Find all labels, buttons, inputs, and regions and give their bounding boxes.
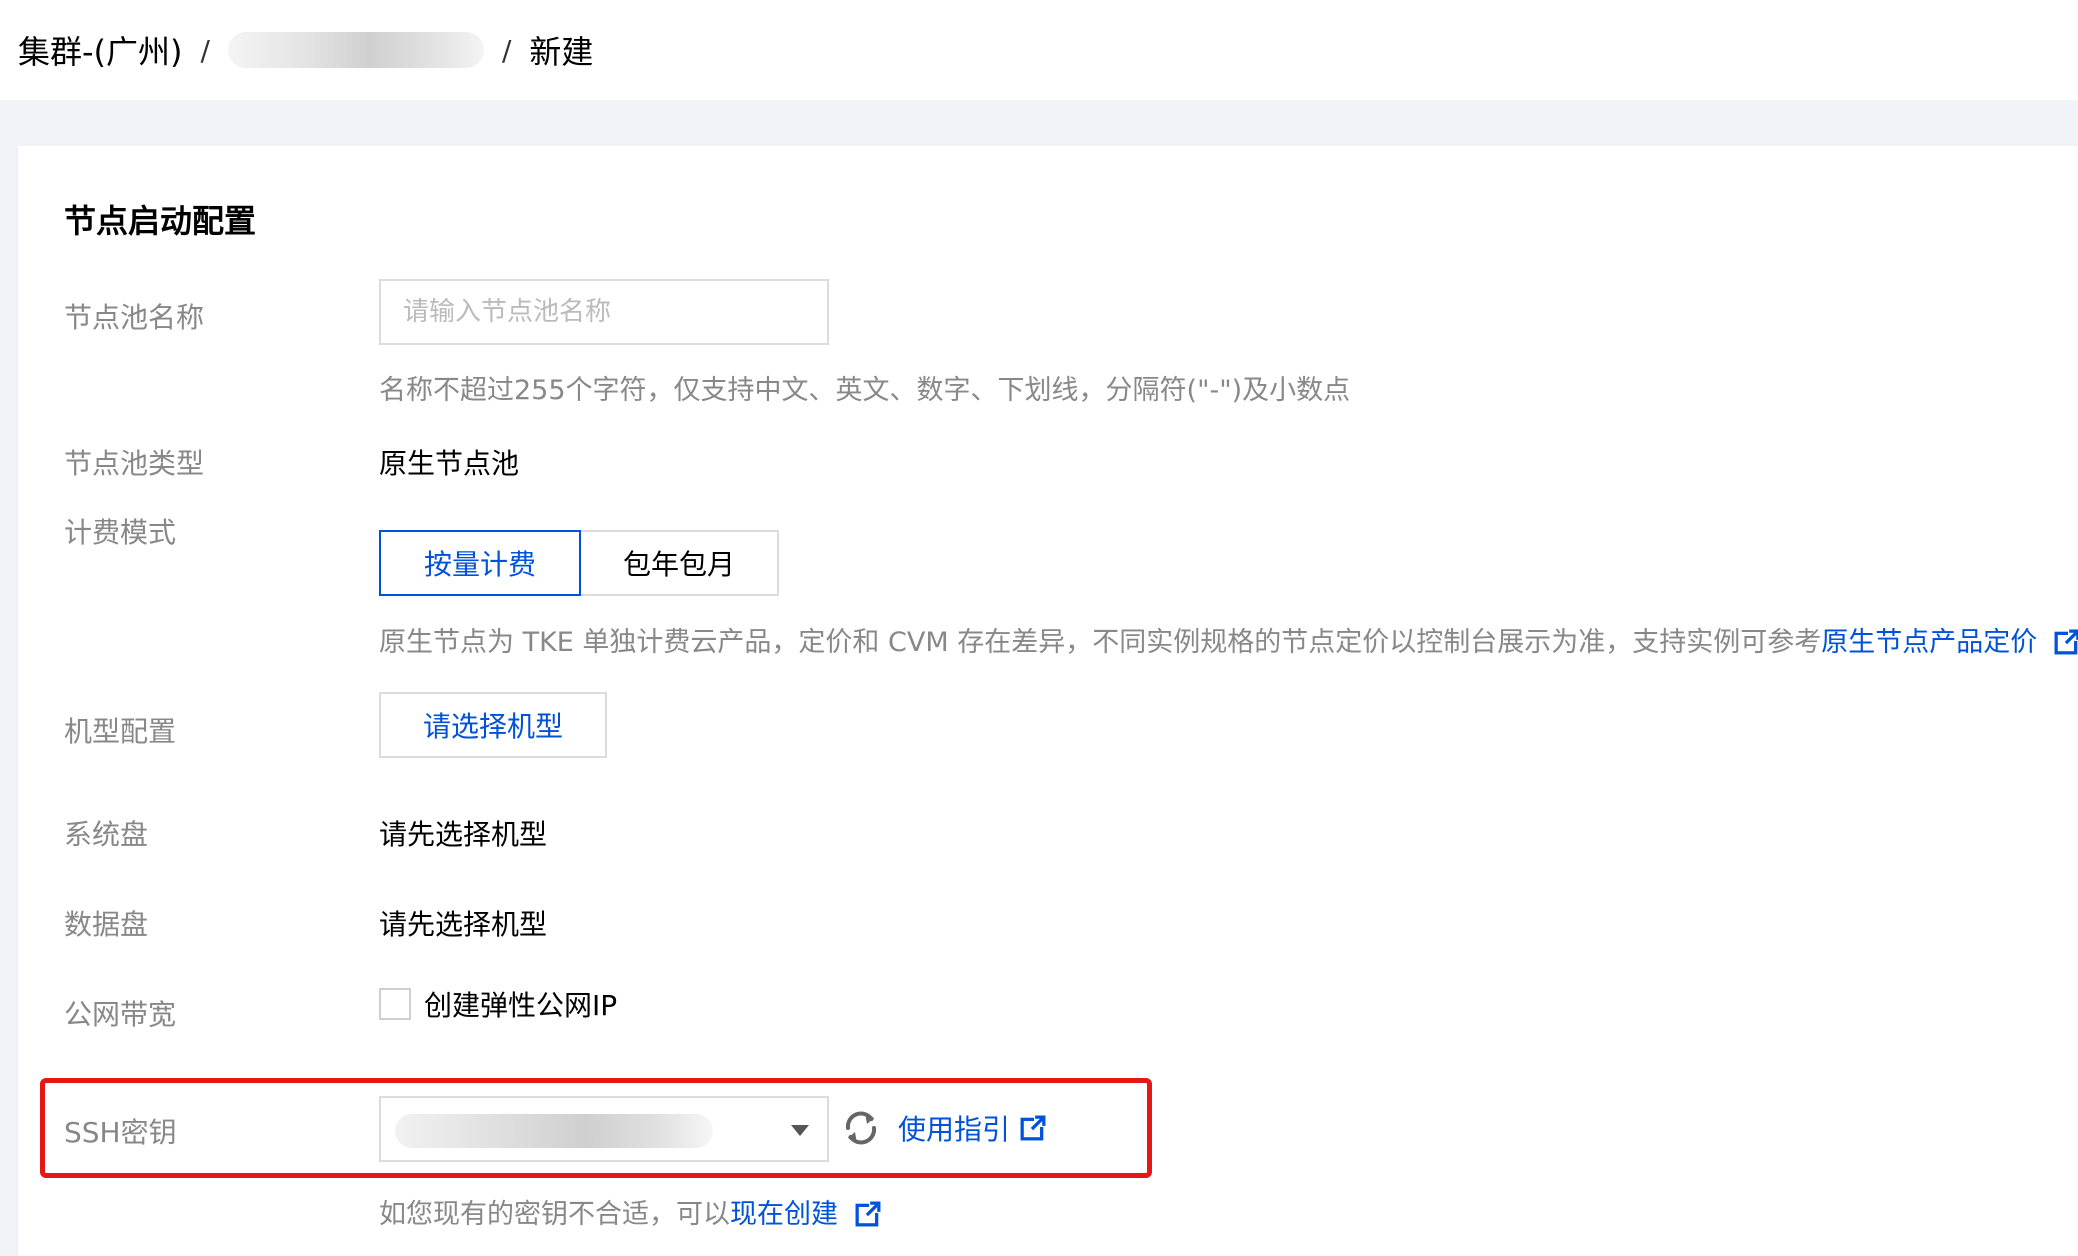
refresh-icon[interactable] — [841, 1108, 881, 1148]
breadcrumb-current: 新建 — [529, 33, 594, 71]
billing-option-pay-as-you-go[interactable]: 按量计费 — [379, 530, 581, 596]
usage-guide-link[interactable]: 使用指引 — [898, 1108, 1047, 1148]
system-disk-label: 系统盘 — [64, 818, 149, 851]
external-link-icon[interactable] — [2054, 629, 2078, 655]
top-header: 集群-(广州) / / 新建 — [0, 0, 2078, 100]
system-disk-value: 请先选择机型 — [379, 818, 548, 851]
ssh-key-select[interactable] — [379, 1096, 829, 1162]
data-disk-label: 数据盘 — [64, 908, 149, 941]
native-node-pricing-link[interactable]: 原生节点产品定价 — [1821, 627, 2037, 658]
eip-checkbox-label[interactable]: 创建弹性公网IP — [424, 984, 617, 1024]
ssh-key-hint-text: 如您现有的密钥不合适，可以 — [379, 1199, 730, 1230]
usage-guide-label[interactable]: 使用指引 — [898, 1108, 1010, 1148]
breadcrumb-cluster[interactable]: 集群-(广州) — [18, 27, 183, 73]
ssh-key-selected-value-redacted — [395, 1114, 713, 1148]
section-title: 节点启动配置 — [64, 202, 257, 240]
external-link-icon[interactable] — [1020, 1115, 1047, 1141]
billing-hint: 原生节点为 TKE 单独计费云产品，定价和 CVM 存在差异，不同实例规格的节点… — [379, 620, 2078, 659]
node-launch-config-panel: 节点启动配置 节点池名称 名称不超过255个字符，仅支持中文、英文、数字、下划线… — [18, 146, 2078, 1256]
billing-mode-label: 计费模式 — [64, 516, 177, 549]
pool-name-label: 节点池名称 — [64, 301, 205, 334]
pool-name-hint: 名称不超过255个字符，仅支持中文、英文、数字、下划线，分隔符("-")及小数点 — [379, 375, 1351, 406]
eip-checkbox[interactable] — [379, 988, 411, 1020]
breadcrumb-separator: / — [501, 33, 512, 67]
pool-type-label: 节点池类型 — [64, 447, 205, 480]
billing-hint-text: 原生节点为 TKE 单独计费云产品，定价和 CVM 存在差异，不同实例规格的节点… — [379, 627, 1822, 658]
breadcrumb-cluster-id-redacted[interactable] — [227, 32, 484, 68]
data-disk-value: 请先选择机型 — [379, 908, 548, 941]
chevron-down-icon — [791, 1125, 809, 1136]
external-link-icon[interactable] — [855, 1201, 881, 1227]
bandwidth-label: 公网带宽 — [64, 998, 177, 1031]
billing-option-monthly[interactable]: 包年包月 — [579, 530, 779, 596]
instance-type-label: 机型配置 — [64, 715, 177, 748]
pool-name-input[interactable] — [379, 279, 829, 345]
ssh-key-label: SSH密钥 — [64, 1116, 177, 1149]
breadcrumb-separator: / — [200, 33, 210, 67]
pool-type-value: 原生节点池 — [379, 447, 520, 480]
ssh-key-hint: 如您现有的密钥不合适，可以现在创建 — [379, 1192, 881, 1231]
create-key-now-link[interactable]: 现在创建 — [730, 1199, 838, 1230]
select-instance-type-button[interactable]: 请选择机型 — [379, 692, 607, 758]
